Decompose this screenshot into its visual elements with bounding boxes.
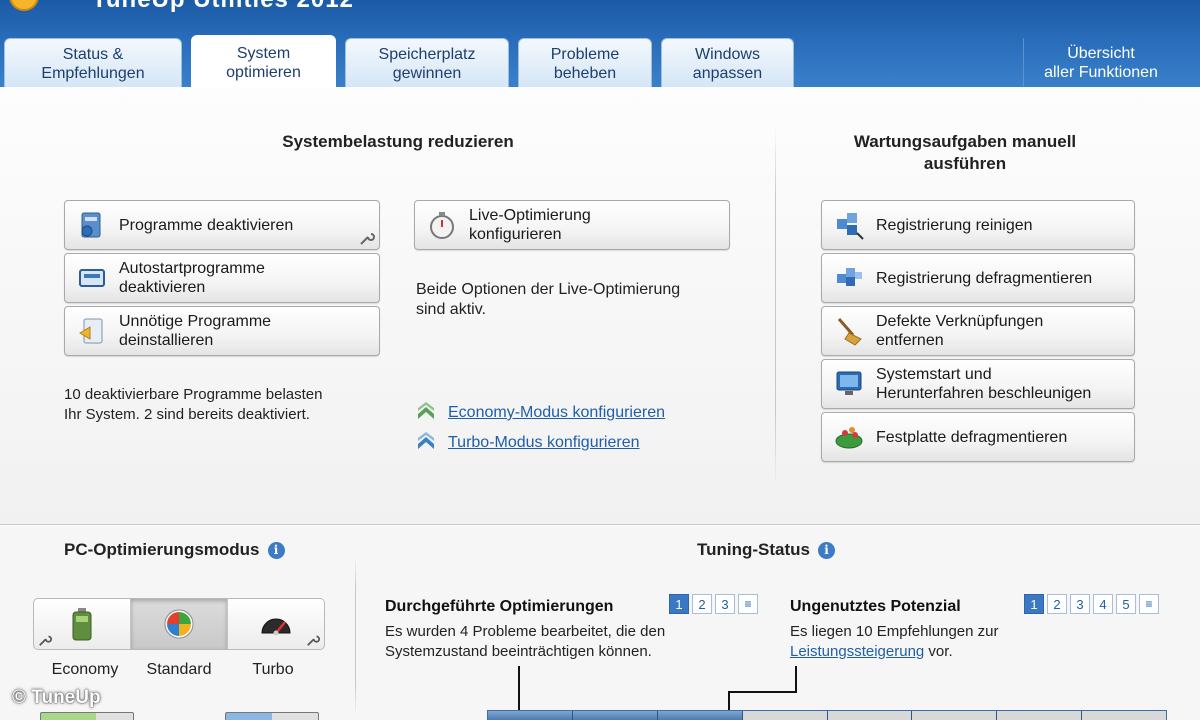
pc-mode-title: PC-Optimierungsmodus i: [64, 540, 285, 560]
disable-autostart-button[interactable]: Autostartprogramme deaktivieren: [64, 253, 380, 303]
app-header: TuneUp Utilities 2012 Status & Empfehlun…: [0, 0, 1200, 87]
disk-defrag-icon: [832, 420, 866, 454]
done-connector: [518, 666, 520, 710]
programs-icon: [75, 208, 109, 242]
section-divider: [775, 127, 776, 487]
turbo-mode-label: Turbo: [252, 661, 294, 678]
uninstall-icon: [75, 314, 109, 348]
performance-increase-link[interactable]: Leistungssteigerung: [790, 643, 924, 660]
potential-page-1[interactable]: 1: [1024, 594, 1044, 614]
potential-list-icon[interactable]: ≡: [1139, 594, 1159, 614]
tab-status[interactable]: Status & Empfehlungen: [4, 38, 182, 87]
potential-pager: 1 2 3 4 5 ≡: [1024, 594, 1159, 614]
turbo-mode-button[interactable]: [228, 599, 324, 649]
status-segment: [997, 711, 1083, 720]
startup-shutdown-button[interactable]: Systemstart und Herunterfahren beschleun…: [821, 359, 1135, 409]
monitor-icon: [832, 367, 866, 401]
done-page-3[interactable]: 3: [715, 594, 735, 614]
watermark: © TuneUp: [12, 687, 101, 708]
economy-wrench-icon[interactable]: [38, 633, 52, 647]
status-segment: [488, 711, 573, 720]
autostart-icon: [75, 261, 109, 295]
registry-clean-button[interactable]: Registrierung reinigen: [821, 200, 1135, 250]
maintenance-section-title: Wartungsaufgaben manuell ausführen: [853, 132, 1077, 173]
programs-status-text: 10 deaktivierbare Programme belasten Ihr…: [64, 386, 323, 423]
broken-shortcuts-button[interactable]: Defekte Verknüpfungen entfernen: [821, 306, 1135, 356]
turbo-wrench-icon[interactable]: [306, 633, 320, 647]
stopwatch-icon: [425, 208, 459, 242]
tab-system-optimize[interactable]: System optimieren: [191, 35, 336, 87]
lower-divider: [355, 556, 356, 716]
standard-mode-button[interactable]: [131, 599, 228, 649]
status-panel: PC-Optimierungsmodus i Tuning-Status i E…: [0, 526, 1200, 720]
overview-all-functions-button[interactable]: Übersicht aller Funktionen: [1023, 38, 1178, 87]
live-optimization-status: Beide Optionen der Live-Optimierung sind…: [416, 281, 681, 318]
status-segment: [827, 711, 913, 720]
windows-logo-icon: [164, 609, 194, 639]
status-segment: [573, 711, 658, 720]
tab-windows[interactable]: Windows anpassen: [661, 38, 794, 87]
economy-mode-link[interactable]: Economy-Modus konfigurieren: [416, 402, 665, 424]
app-title: TuneUp Utilities 2012: [92, 0, 354, 14]
system-optimize-panel: Systembelastung reduzieren Wartungsaufga…: [0, 87, 1200, 525]
economy-toggle[interactable]: [40, 712, 134, 720]
speedometer-icon: [261, 618, 291, 636]
potential-connector-down: [728, 691, 730, 710]
potential-connector-h: [728, 691, 797, 693]
economy-chevron-icon: [418, 402, 434, 419]
registry-clean-icon: [832, 208, 866, 242]
uninstall-programs-button[interactable]: Unnötige Programme deinstallieren: [64, 306, 380, 356]
tab-problems[interactable]: Probleme beheben: [518, 38, 652, 87]
tuning-status-bar: [487, 710, 1167, 720]
standard-mode-label: Standard: [146, 661, 212, 678]
turbo-toggle[interactable]: [225, 712, 319, 720]
done-list-icon[interactable]: ≡: [738, 594, 758, 614]
tuning-status-info-icon[interactable]: i: [818, 541, 835, 559]
tab-disk-space[interactable]: Speicherplatz gewinnen: [345, 38, 509, 87]
potential-page-2[interactable]: 2: [1047, 594, 1067, 614]
wrench-icon[interactable]: [359, 230, 375, 246]
registry-defrag-icon: [832, 261, 866, 295]
tuneup-logo-icon: [9, 0, 39, 11]
registry-defrag-button[interactable]: Registrierung defragmentieren: [821, 253, 1135, 303]
disk-defrag-button[interactable]: Festplatte defragmentieren: [821, 412, 1135, 462]
done-page-2[interactable]: 2: [692, 594, 712, 614]
status-segment: [1082, 711, 1166, 720]
battery-icon: [72, 608, 92, 641]
disable-programs-button[interactable]: Programme deaktivieren: [64, 200, 380, 250]
optimization-mode-switch: [33, 598, 325, 650]
turbo-mode-link[interactable]: Turbo-Modus konfigurieren: [416, 432, 640, 454]
potential-page-5[interactable]: 5: [1116, 594, 1136, 614]
tuning-status-title: Tuning-Status i: [697, 540, 835, 560]
live-optimization-button[interactable]: Live-Optimierung konfigurieren: [414, 200, 730, 250]
done-page-1[interactable]: 1: [669, 594, 689, 614]
status-segment: [742, 711, 828, 720]
broom-icon: [832, 314, 866, 348]
status-segment: [912, 711, 998, 720]
done-pager: 1 2 3 ≡: [669, 594, 758, 614]
reduce-section-title: Systembelastung reduzieren: [282, 132, 514, 151]
potential-connector-top: [795, 666, 797, 693]
potential-page-3[interactable]: 3: [1070, 594, 1090, 614]
status-segment: [658, 711, 743, 720]
unused-potential-text: Es liegen 10 Empfehlungen zur Leistungss…: [790, 623, 999, 660]
unused-potential-title: Ungenutztes Potenzial: [790, 598, 961, 615]
turbo-chevron-icon: [418, 432, 434, 449]
done-optimizations-text: Es wurden 4 Probleme bearbeitet, die den…: [385, 623, 666, 660]
done-optimizations-title: Durchgeführte Optimierungen: [385, 598, 614, 615]
potential-page-4[interactable]: 4: [1093, 594, 1113, 614]
economy-mode-label: Economy: [51, 661, 119, 678]
economy-mode-button[interactable]: [34, 599, 131, 649]
pc-mode-info-icon[interactable]: i: [267, 541, 285, 559]
